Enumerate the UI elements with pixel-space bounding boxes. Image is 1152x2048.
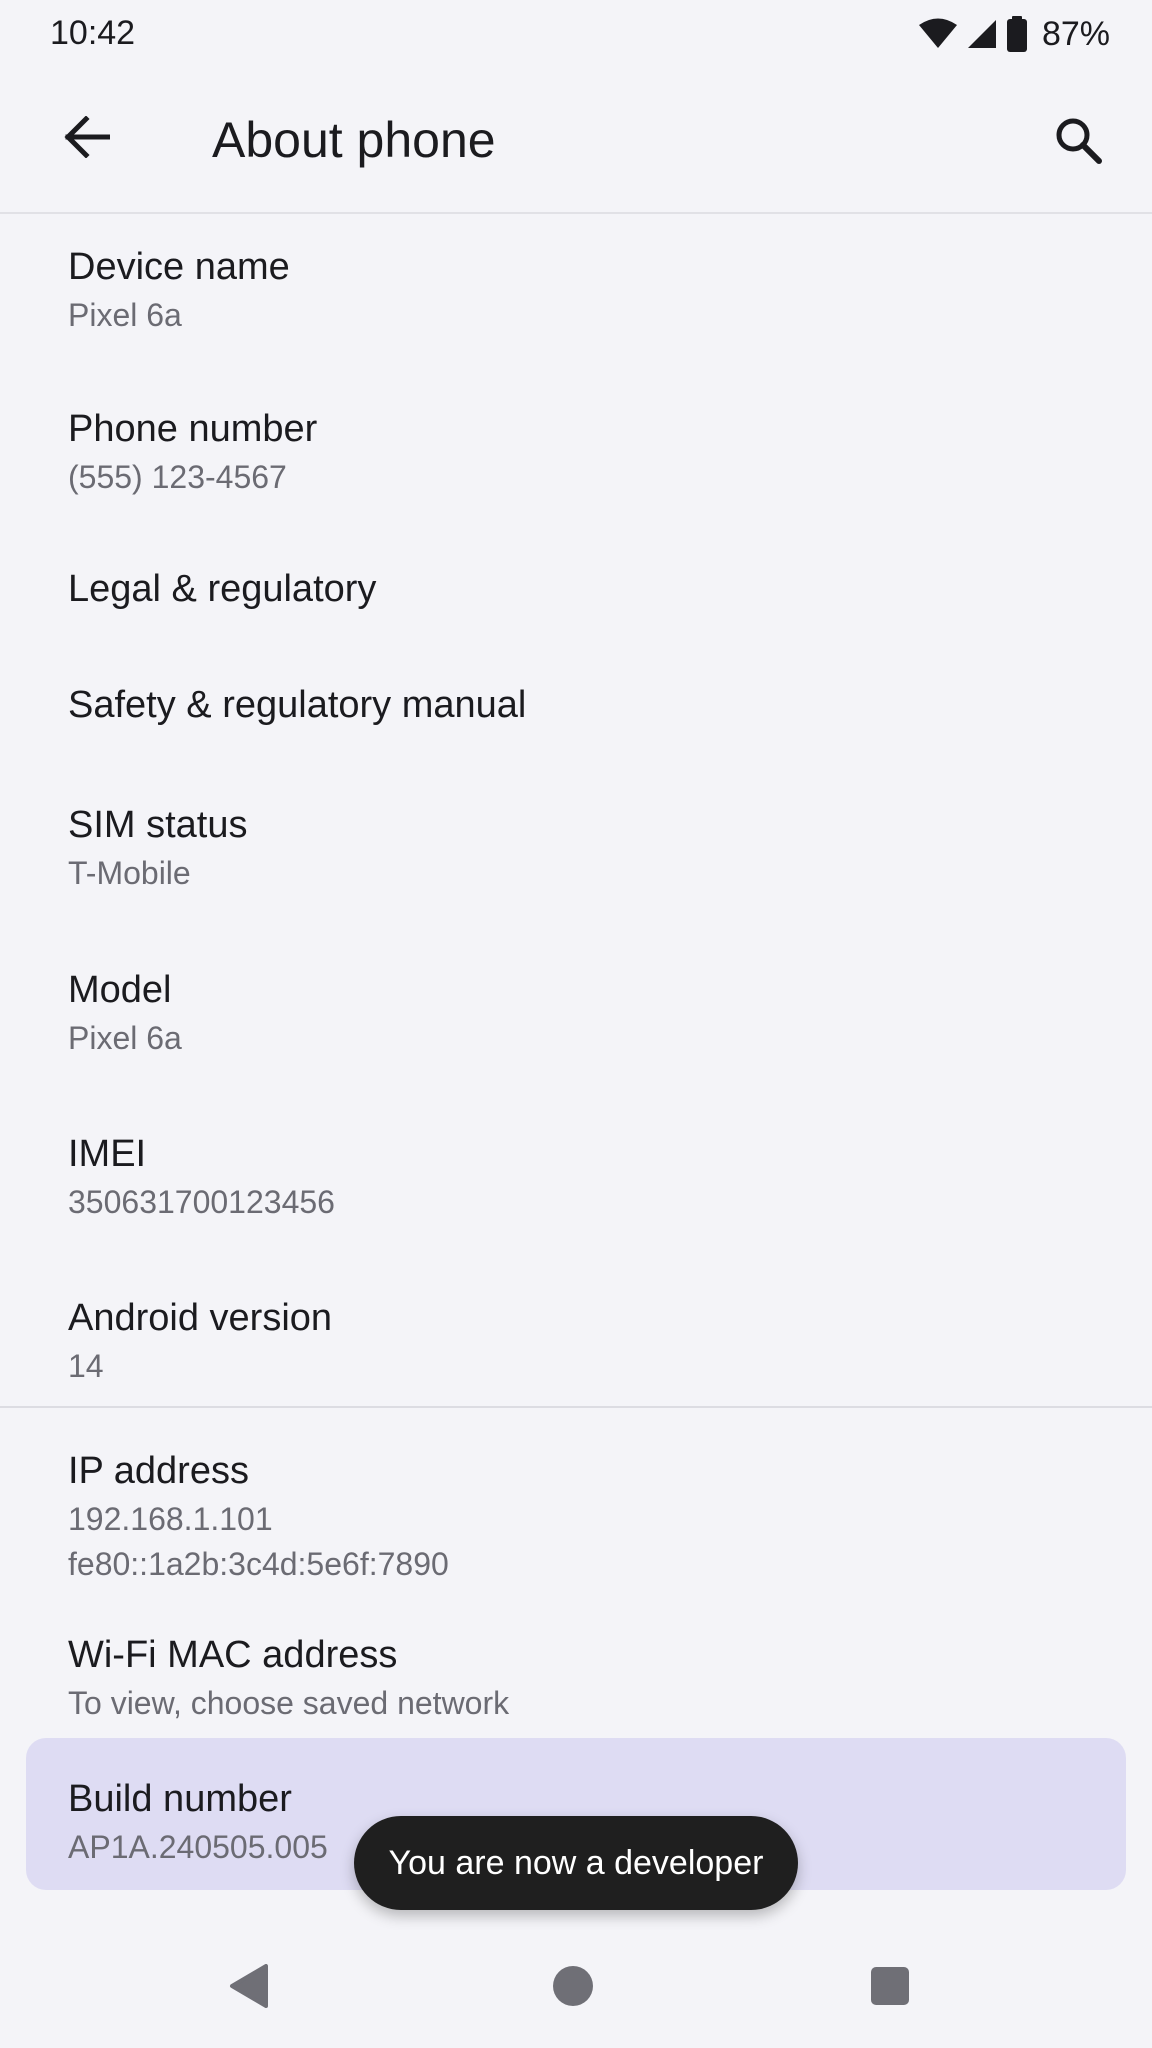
back-triangle-icon — [228, 1963, 268, 2013]
back-arrow-icon — [64, 114, 111, 163]
pref-summary: Pixel 6a — [68, 1020, 182, 1056]
status-time: 10:42 — [50, 14, 136, 52]
pref-title: Wi-Fi MAC address — [68, 1634, 398, 1676]
pref-title: IP address — [68, 1450, 249, 1492]
pref-summary-secondary: fe80::1a2b:3c4d:5e6f:7890 — [68, 1546, 449, 1582]
pref-legal-regulatory[interactable]: Legal & regulatory — [0, 548, 1152, 652]
pref-sim-status[interactable]: SIM status T-Mobile — [0, 790, 1152, 920]
battery-icon — [1006, 16, 1028, 52]
nav-home-button[interactable] — [547, 1962, 599, 2014]
pref-title: Safety & regulatory manual — [68, 684, 527, 726]
pref-summary: 350631700123456 — [68, 1184, 335, 1220]
pref-title: Model — [68, 969, 172, 1011]
status-bar: 10:42 87% — [0, 0, 1152, 72]
status-icons: 87% — [918, 12, 1110, 56]
pref-device-name[interactable]: Device name Pixel 6a — [0, 232, 1152, 362]
pref-title: SIM status — [68, 804, 248, 846]
home-circle-icon — [552, 1965, 594, 2012]
section-divider — [0, 1406, 1152, 1408]
pref-title: Android version — [68, 1297, 333, 1339]
app-bar: About phone — [0, 72, 1152, 214]
pref-summary: (555) 123-4567 — [68, 459, 287, 495]
battery-percentage: 87% — [1041, 14, 1110, 53]
pref-summary: To view, choose saved network — [68, 1685, 510, 1721]
pref-safety-manual[interactable]: Safety & regulatory manual — [0, 664, 1152, 768]
nav-recents-button[interactable] — [864, 1962, 916, 2014]
pref-phone-number[interactable]: Phone number (555) 123-4567 — [0, 394, 1152, 524]
pref-title: IMEI — [68, 1133, 147, 1175]
pref-title: Build number — [68, 1778, 292, 1820]
recents-square-icon — [870, 1966, 910, 2011]
pref-wifi-mac[interactable]: Wi-Fi MAC address To view, choose saved … — [0, 1620, 1152, 1730]
pref-summary: T-Mobile — [68, 855, 191, 891]
pref-android-version[interactable]: Android version 14 — [0, 1283, 1152, 1413]
search-icon — [1054, 116, 1102, 169]
pref-model[interactable]: Model Pixel 6a — [0, 955, 1152, 1085]
pref-title: Device name — [68, 246, 290, 288]
system-nav-bar — [0, 1920, 1152, 2048]
pref-summary: Pixel 6a — [68, 297, 182, 333]
pref-title: Phone number — [68, 408, 318, 450]
pref-imei[interactable]: IMEI 350631700123456 — [0, 1119, 1152, 1249]
pref-summary: 14 — [68, 1348, 104, 1384]
toast: You are now a developer — [354, 1816, 798, 1910]
wifi-icon — [918, 18, 958, 50]
toast-message: You are now a developer — [388, 1843, 764, 1882]
pref-title: Legal & regulatory — [68, 568, 377, 610]
pref-summary: 192.168.1.101 — [68, 1501, 273, 1537]
back-button[interactable] — [52, 104, 122, 174]
search-button[interactable] — [1040, 104, 1116, 180]
cell-signal-icon — [966, 18, 998, 50]
nav-back-button[interactable] — [222, 1962, 274, 2014]
pref-summary: AP1A.240505.005 — [68, 1829, 328, 1865]
pref-ip-address[interactable]: IP address 192.168.1.101 fe80::1a2b:3c4d… — [0, 1436, 1152, 1586]
page-title: About phone — [212, 112, 496, 168]
